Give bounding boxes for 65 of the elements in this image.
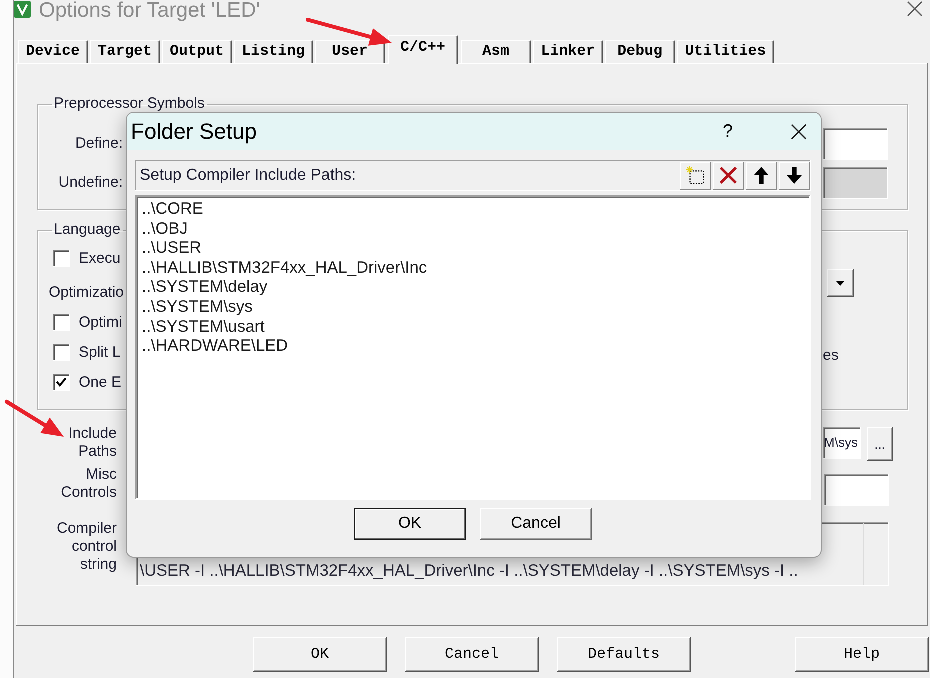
help-button[interactable]: ?: [705, 116, 751, 146]
tab[interactable]: C/C++: [388, 35, 458, 64]
list-item[interactable]: ..\OBJ: [142, 220, 188, 240]
tab[interactable]: Output: [162, 40, 232, 63]
annotation-arrow: [5, 400, 64, 437]
action-button[interactable]: OK: [253, 637, 387, 672]
dotted-square-icon: [686, 166, 705, 185]
down-arrow-icon: [787, 167, 802, 184]
checkbox-label: Optimi: [79, 314, 122, 330]
move-down-button[interactable]: [779, 162, 810, 190]
tab[interactable]: Listing: [234, 40, 314, 63]
tab[interactable]: User: [315, 40, 386, 63]
list-item[interactable]: ..\SYSTEM\sys: [142, 298, 253, 318]
dialog-button[interactable]: Cancel: [480, 508, 592, 540]
list-item[interactable]: ..\SYSTEM\usart: [142, 318, 265, 338]
list-label: Setup Compiler Include Paths:: [140, 166, 356, 184]
list-item[interactable]: ..\HARDWARE\LED: [142, 337, 288, 357]
list-item[interactable]: ..\SYSTEM\delay: [142, 278, 268, 298]
dialog-button[interactable]: OK: [354, 508, 466, 540]
move-up-button[interactable]: [746, 162, 777, 190]
input-field[interactable]: M\sys: [823, 427, 861, 459]
dropdown-button[interactable]: [827, 269, 854, 297]
checkbox[interactable]: [53, 344, 70, 360]
tab[interactable]: Asm: [461, 40, 532, 63]
new-button[interactable]: [680, 162, 711, 190]
close-icon[interactable]: [907, 1, 923, 17]
delete-button[interactable]: [713, 162, 744, 190]
tab[interactable]: Debug: [605, 40, 676, 63]
list-item[interactable]: ..\HALLIB\STM32F4xx_HAL_Driver\Inc: [142, 258, 428, 278]
list-item[interactable]: ..\USER: [142, 239, 202, 259]
up-arrow-icon: [754, 167, 769, 184]
tab[interactable]: Utilities: [677, 40, 774, 63]
group-title: Language: [53, 222, 122, 238]
app-icon: [14, 1, 31, 18]
checkbox[interactable]: [53, 374, 70, 390]
field-label: Undefine:: [58, 174, 123, 192]
tab[interactable]: Device: [18, 40, 88, 63]
dialog-title: Folder Setup: [131, 118, 257, 144]
input-field[interactable]: [823, 128, 888, 160]
checkbox-label: Split L: [79, 344, 121, 360]
tab[interactable]: Linker: [533, 40, 604, 63]
browse-button[interactable]: ...: [867, 427, 893, 461]
field-label: Misc Controls: [61, 466, 117, 502]
action-button[interactable]: Help: [795, 637, 929, 672]
field-value: \USER -I ..\HALLIB\STM32F4xx_HAL_Driver\Inc -I ..\SYSTEM\delay -I ..\SYSTEM\sys -I ..: [140, 562, 798, 580]
caret-icon: [836, 280, 845, 286]
checkbox-label: es: [823, 348, 839, 364]
delete-icon: [719, 166, 738, 185]
checkmark-icon: [56, 377, 67, 387]
field-label: Compiler control string: [56, 520, 117, 574]
checkbox-label: One E: [79, 374, 122, 390]
checkbox[interactable]: [53, 250, 70, 266]
input-field[interactable]: [824, 474, 889, 506]
action-button[interactable]: Cancel: [405, 637, 539, 672]
option-label: Optimizatio: [49, 284, 124, 300]
field-label: Define:: [75, 135, 123, 153]
window-title: Options for Target 'LED': [39, 0, 260, 22]
checkbox-label: Execu: [79, 250, 121, 266]
action-button[interactable]: Defaults: [557, 637, 691, 672]
close-icon[interactable]: [791, 124, 807, 140]
tab[interactable]: Target: [90, 40, 160, 63]
group-title: Preprocessor Symbols: [53, 96, 206, 112]
list-item[interactable]: ..\CORE: [142, 200, 204, 220]
checkbox[interactable]: [53, 314, 70, 330]
field-label: Include Paths: [68, 425, 117, 461]
